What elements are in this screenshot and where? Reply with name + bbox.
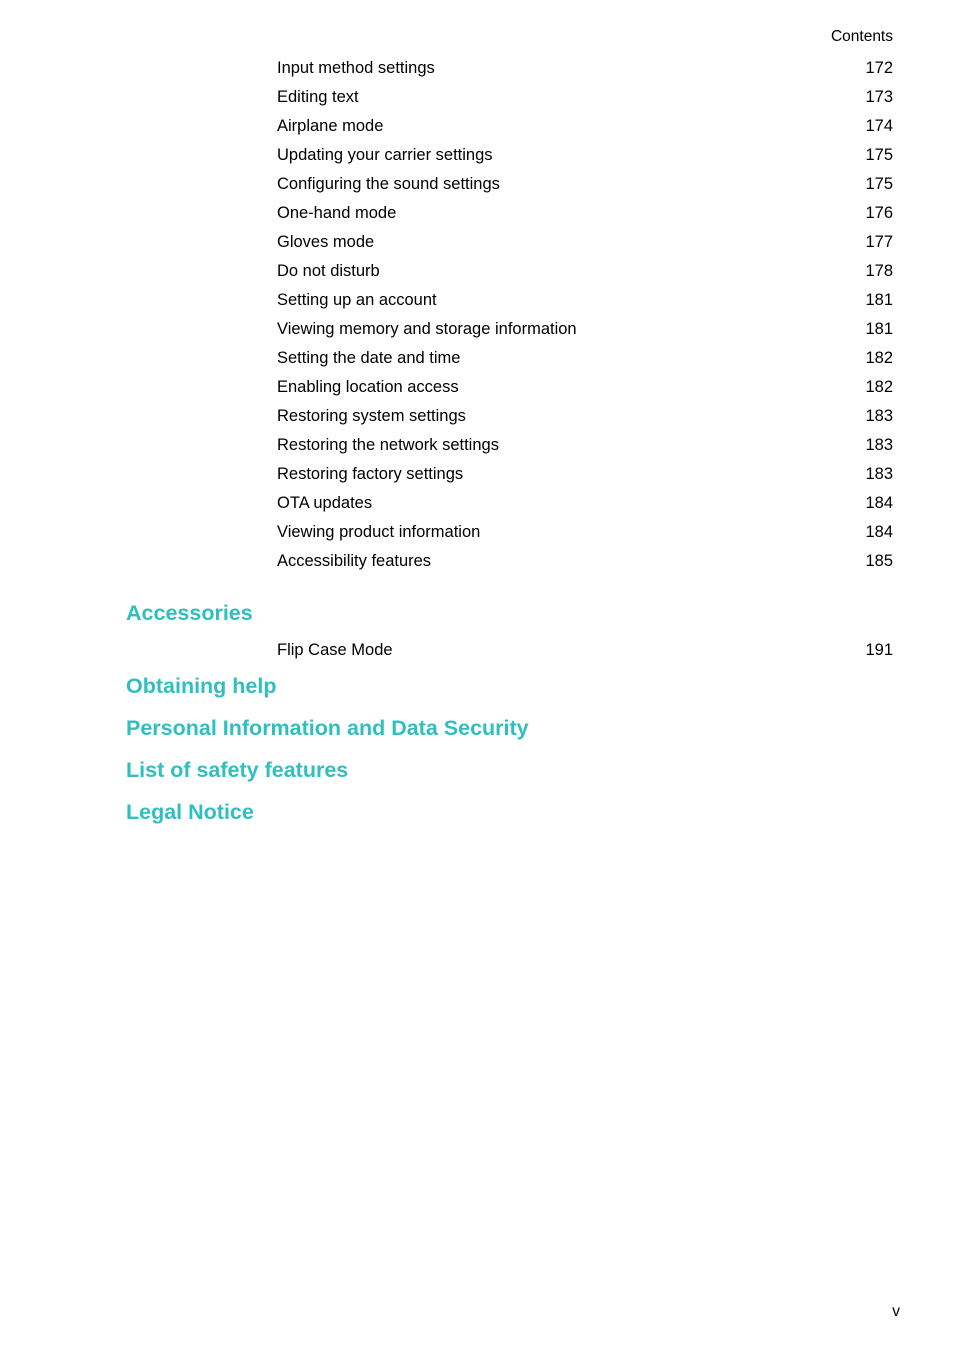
- toc-entry[interactable]: Configuring the sound settings 175: [126, 170, 893, 199]
- toc-entry-page-number: 178: [865, 262, 893, 280]
- toc-entry-title: Gloves mode: [277, 233, 375, 251]
- toc-entry[interactable]: One-hand mode 176: [126, 199, 893, 228]
- toc-entry[interactable]: OTA updates 184: [126, 489, 893, 518]
- toc-entry-title: Accessibility features: [277, 552, 432, 570]
- page-number: v: [892, 1303, 900, 1320]
- toc-entry-title: Restoring system settings: [277, 407, 466, 425]
- toc-entry[interactable]: Input method settings 172: [126, 54, 893, 83]
- toc-part: Legal Notice: [126, 791, 893, 833]
- toc-entry-page-number: 172: [865, 59, 893, 77]
- toc-entry-title: Enabling location access: [277, 378, 459, 396]
- toc-entry[interactable]: Setting the date and time 182: [126, 344, 893, 373]
- toc-entry-page-number: 183: [865, 407, 893, 425]
- toc-entry[interactable]: Updating your carrier settings 175: [126, 141, 893, 170]
- toc-part-heading[interactable]: Accessories: [126, 590, 893, 636]
- toc-entry-title: Updating your carrier settings: [277, 146, 493, 164]
- toc-entry-page-number: 181: [865, 291, 893, 309]
- toc-entry[interactable]: Restoring system settings 183: [126, 402, 893, 431]
- toc-entry[interactable]: Do not disturb 178: [126, 257, 893, 286]
- toc-part-list: Accessories Flip Case Mode 191 Obtaining he…: [126, 590, 893, 833]
- toc-entry-title: One-hand mode: [277, 204, 397, 222]
- toc-entry-page-number: 175: [865, 175, 893, 193]
- toc-entry-title: Do not disturb: [277, 262, 380, 280]
- toc-entry-page-number: 183: [865, 465, 893, 483]
- toc-part: List of safety features: [126, 749, 893, 791]
- toc-part: Obtaining help: [126, 665, 893, 707]
- toc-entry-page-number: 191: [865, 641, 893, 659]
- toc-entry-page-number: 185: [865, 552, 893, 570]
- toc-entry[interactable]: Flip Case Mode 191: [126, 636, 893, 665]
- toc-entry-page-number: 174: [865, 117, 893, 135]
- toc-entry-page-number: 182: [865, 378, 893, 396]
- toc-part-heading[interactable]: Legal Notice: [126, 791, 893, 833]
- toc-entry-title: OTA updates: [277, 494, 373, 512]
- toc-part-heading[interactable]: Personal Information and Data Security: [126, 707, 893, 749]
- toc-entry-title: Setting the date and time: [277, 349, 461, 367]
- toc-entry-title: Viewing memory and storage information: [277, 320, 577, 338]
- toc-entry-page-number: 182: [865, 349, 893, 367]
- toc-entry-title: Input method settings: [277, 59, 435, 77]
- toc-entry-page-number: 177: [865, 233, 893, 251]
- toc-entry-page-number: 173: [865, 88, 893, 106]
- toc-entry[interactable]: Gloves mode 177: [126, 228, 893, 257]
- toc-entry-page-number: 176: [865, 204, 893, 222]
- toc-entry-title: Restoring the network settings: [277, 436, 499, 454]
- toc-part-heading[interactable]: Obtaining help: [126, 665, 893, 707]
- toc-entry-title: Setting up an account: [277, 291, 437, 309]
- toc-entry-page-number: 184: [865, 494, 893, 512]
- toc-entry-title: Editing text: [277, 88, 359, 106]
- toc-entry-title: Airplane mode: [277, 117, 384, 135]
- toc-entry[interactable]: Airplane mode 174: [126, 112, 893, 141]
- toc-entry-page-number: 175: [865, 146, 893, 164]
- toc-entry[interactable]: Restoring the network settings 183: [126, 431, 893, 460]
- toc-entry[interactable]: Restoring factory settings 183: [126, 460, 893, 489]
- toc-entry-page-number: 181: [865, 320, 893, 338]
- toc-part-heading[interactable]: List of safety features: [126, 749, 893, 791]
- toc-entry-title: Viewing product information: [277, 523, 481, 541]
- toc-page: Contents Input method settings 172 Editing…: [0, 0, 954, 1350]
- toc-entry-page-number: 183: [865, 436, 893, 454]
- toc-entry[interactable]: Viewing product information 184: [126, 518, 893, 547]
- toc-content: Input method settings 172 Editing text 173 A…: [126, 54, 893, 833]
- toc-part: Accessories Flip Case Mode 191: [126, 590, 893, 665]
- toc-entry-title: Configuring the sound settings: [277, 175, 500, 193]
- toc-entry[interactable]: Enabling location access 182: [126, 373, 893, 402]
- toc-entry[interactable]: Viewing memory and storage information 18…: [126, 315, 893, 344]
- toc-entry-page-number: 184: [865, 523, 893, 541]
- toc-entry-list: Input method settings 172 Editing text 173 A…: [126, 54, 893, 576]
- toc-entry[interactable]: Setting up an account 181: [126, 286, 893, 315]
- toc-part: Personal Information and Data Security: [126, 707, 893, 749]
- running-header: Contents: [830, 28, 893, 45]
- toc-entry-title: Flip Case Mode: [277, 641, 393, 659]
- toc-entry-title: Restoring factory settings: [277, 465, 464, 483]
- toc-entry[interactable]: Editing text 173: [126, 83, 893, 112]
- toc-entry[interactable]: Accessibility features 185: [126, 547, 893, 576]
